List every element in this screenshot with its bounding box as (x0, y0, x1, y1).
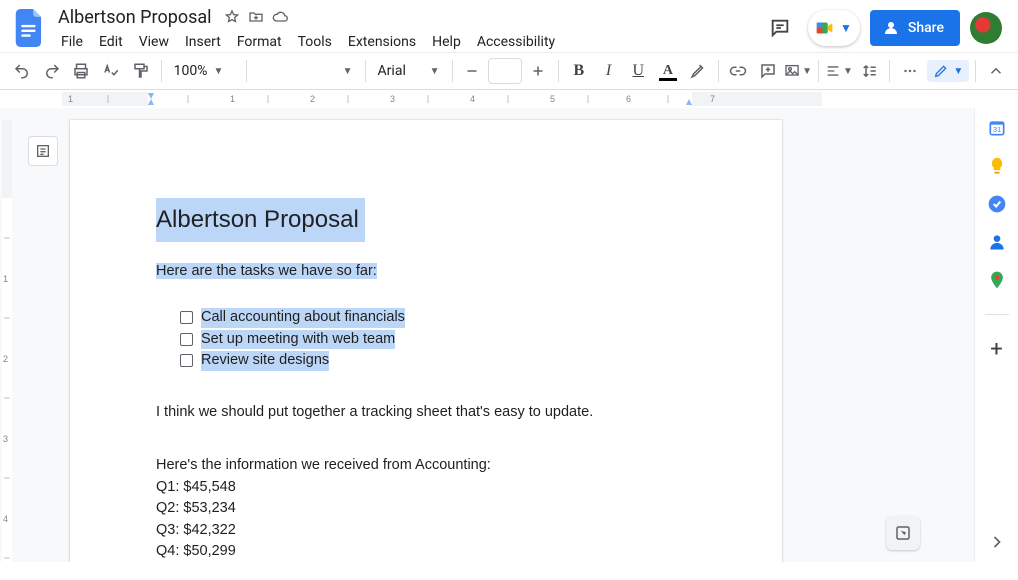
spellcheck-button[interactable] (97, 57, 125, 85)
bold-button[interactable]: B (565, 57, 593, 85)
highlight-color-button[interactable] (684, 57, 712, 85)
keep-icon[interactable] (987, 156, 1007, 176)
font-size-decrease[interactable] (459, 57, 487, 85)
share-button[interactable]: Share (870, 10, 960, 46)
account-avatar[interactable] (970, 12, 1002, 44)
menu-tools[interactable]: Tools (291, 30, 339, 54)
font-select[interactable]: Arial ▼ (372, 58, 446, 84)
print-button[interactable] (67, 57, 95, 85)
star-icon[interactable] (224, 9, 240, 25)
italic-button[interactable]: I (595, 57, 623, 85)
horizontal-ruler[interactable]: 1 1 2 3 4 5 6 7 (62, 90, 980, 108)
add-comment-button[interactable] (754, 57, 782, 85)
menu-edit[interactable]: Edit (92, 30, 130, 54)
insert-image-button[interactable]: ▼ (784, 57, 812, 85)
menu-file[interactable]: File (54, 30, 90, 54)
share-button-label: Share (908, 20, 944, 36)
accounting-line[interactable]: Q2: $53,234 (156, 499, 716, 519)
accounting-line[interactable]: Q1: $45,548 (156, 478, 716, 498)
menu-format[interactable]: Format (230, 30, 289, 54)
checklist-item[interactable]: Set up meeting with web team (180, 330, 716, 350)
get-addons-button[interactable]: + (990, 339, 1002, 361)
checklist-item-label[interactable]: Set up meeting with web team (201, 330, 395, 350)
accounting-line[interactable]: Q3: $42,322 (156, 521, 716, 541)
accounting-line[interactable]: Q4: $50,299 (156, 542, 716, 562)
toolbar: 100% ▼ ▼ Arial ▼ B I U A ▼ ▼ ▼ (0, 52, 1018, 90)
menu-help[interactable]: Help (425, 30, 468, 54)
svg-text:3: 3 (3, 434, 8, 444)
checklist: Call accounting about financials Set up … (156, 308, 716, 371)
checkbox-icon[interactable] (180, 354, 193, 367)
doc-heading[interactable]: Albertson Proposal (156, 198, 365, 242)
move-icon[interactable] (248, 9, 264, 25)
undo-button[interactable] (8, 57, 36, 85)
svg-text:2: 2 (3, 354, 8, 364)
menu-extensions[interactable]: Extensions (341, 30, 423, 54)
chevron-down-icon: ▼ (953, 66, 963, 77)
editing-mode-button[interactable]: ▼ (927, 60, 969, 82)
insert-link-button[interactable] (725, 57, 753, 85)
chevron-down-icon: ▼ (430, 66, 440, 77)
doc-title[interactable]: Albertson Proposal (54, 7, 216, 28)
svg-text:4: 4 (3, 514, 8, 524)
menu-accessibility[interactable]: Accessibility (470, 30, 562, 54)
text-color-button[interactable]: A (654, 57, 682, 85)
svg-text:5: 5 (550, 94, 555, 104)
comment-history-icon[interactable] (762, 10, 798, 46)
contacts-icon[interactable] (987, 232, 1007, 252)
styles-select[interactable]: ▼ (253, 58, 359, 84)
intro-text[interactable]: Here are the tasks we have so far: (156, 263, 377, 279)
svg-text:1: 1 (68, 94, 73, 104)
explore-button[interactable] (886, 516, 920, 550)
more-button[interactable] (896, 57, 924, 85)
align-button[interactable]: ▼ (825, 57, 853, 85)
checkbox-icon[interactable] (180, 311, 193, 324)
line-spacing-button[interactable] (855, 57, 883, 85)
checklist-item[interactable]: Call accounting about financials (180, 308, 716, 328)
checklist-item[interactable]: Review site designs (180, 351, 716, 371)
calendar-icon[interactable]: 31 (987, 118, 1007, 138)
menu-view[interactable]: View (132, 30, 176, 54)
svg-text:1: 1 (230, 94, 235, 104)
paint-format-button[interactable] (127, 57, 155, 85)
show-outline-button[interactable] (28, 136, 58, 166)
chevron-down-icon: ▼ (843, 66, 853, 77)
docs-logo-icon[interactable] (12, 10, 48, 46)
checklist-item-label[interactable]: Review site designs (201, 351, 329, 371)
checklist-item-label[interactable]: Call accounting about financials (201, 308, 405, 328)
svg-text:6: 6 (626, 94, 631, 104)
accounting-intro[interactable]: Here's the information we received from … (156, 456, 716, 476)
svg-text:7: 7 (710, 94, 715, 104)
body-paragraph[interactable]: I think we should put together a trackin… (156, 403, 716, 423)
menu-insert[interactable]: Insert (178, 30, 228, 54)
font-size-input[interactable] (488, 58, 522, 84)
svg-text:4: 4 (470, 94, 475, 104)
chevron-down-icon: ▼ (213, 66, 223, 77)
side-panel: 31 + (974, 108, 1018, 562)
maps-icon[interactable] (987, 270, 1007, 290)
font-size-increase[interactable] (524, 57, 552, 85)
svg-text:31: 31 (992, 125, 1000, 134)
meet-button[interactable]: ▼ (808, 10, 860, 46)
svg-text:2: 2 (310, 94, 315, 104)
menubar: File Edit View Insert Format Tools Exten… (54, 30, 562, 54)
tasks-icon[interactable] (987, 194, 1007, 214)
redo-button[interactable] (38, 57, 66, 85)
chevron-down-icon: ▼ (838, 21, 854, 35)
document-page[interactable]: Albertson Proposal Here are the tasks we… (70, 120, 782, 562)
cloud-status-icon[interactable] (272, 9, 288, 25)
svg-text:3: 3 (390, 94, 395, 104)
zoom-value: 100% (174, 63, 208, 79)
zoom-select[interactable]: 100% ▼ (168, 58, 240, 84)
font-value: Arial (378, 63, 406, 79)
svg-text:1: 1 (3, 274, 8, 284)
checkbox-icon[interactable] (180, 333, 193, 346)
underline-button[interactable]: U (624, 57, 652, 85)
hide-menus-button[interactable] (982, 57, 1010, 85)
chevron-down-icon: ▼ (802, 66, 812, 77)
vertical-ruler[interactable]: 1 2 3 4 (0, 120, 14, 562)
hide-sidepanel-button[interactable] (987, 532, 1007, 552)
chevron-down-icon: ▼ (343, 66, 353, 77)
